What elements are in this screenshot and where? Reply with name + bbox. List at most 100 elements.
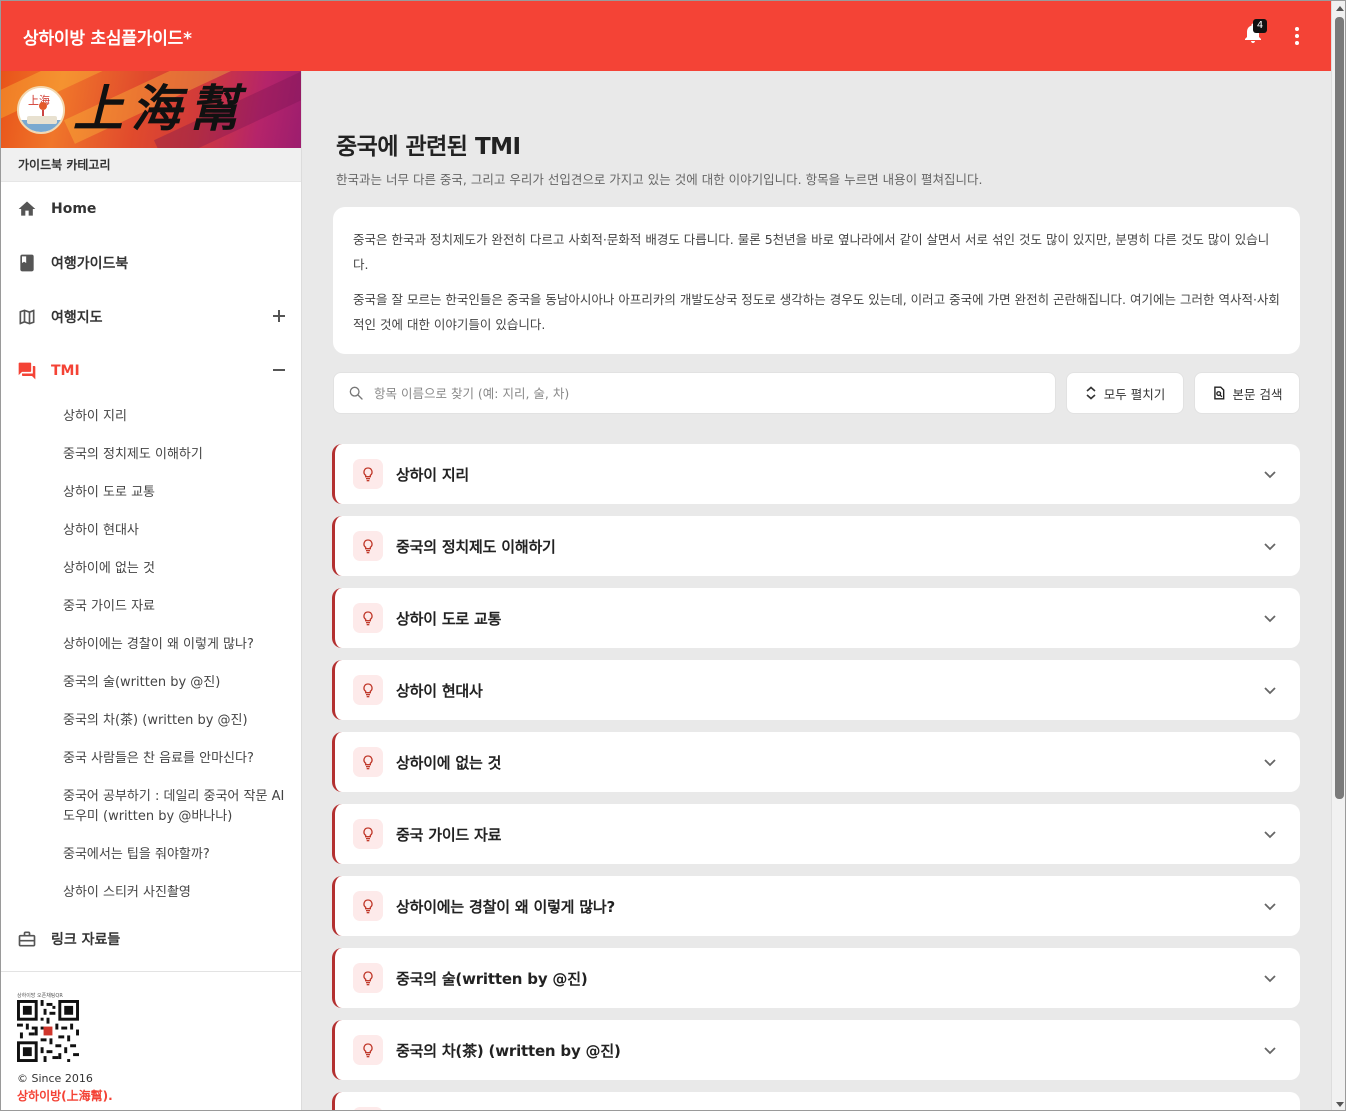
fulltext-search-label: 본문 검색	[1232, 386, 1283, 402]
accordion-item[interactable]: 중국의 술(written by @진)	[332, 948, 1300, 1008]
banner-logo: 上海	[17, 86, 65, 134]
kebab-dot-icon	[1295, 34, 1299, 38]
accordion-item[interactable]: 상하이 지리	[332, 444, 1300, 504]
submenu-item[interactable]: 상하이에는 경찰이 왜 이렇게 많나?	[63, 626, 288, 664]
accordion-item[interactable]: 중국 가이드 자료	[332, 804, 1300, 864]
lightbulb-icon	[353, 963, 383, 993]
copyright-text: © Since 2016	[17, 1072, 93, 1085]
unfold-more-icon	[1086, 386, 1096, 400]
top-app-bar: 상하이방 초심플가이드* 4	[1, 1, 1331, 71]
lightbulb-icon	[353, 603, 383, 633]
accordion-title: 중국의 술(written by @진)	[396, 969, 588, 988]
accordion-item[interactable]: 중국의 정치제도 이해하기	[332, 516, 1300, 576]
lightbulb-icon	[353, 819, 383, 849]
logo-boat	[27, 116, 57, 124]
logo-tower	[39, 102, 47, 110]
accordion-item[interactable]: 상하이 현대사	[332, 660, 1300, 720]
lightbulb-icon	[353, 891, 383, 921]
accordion-title: 상하이 도로 교통	[396, 609, 502, 628]
submenu-item[interactable]: 중국의 차(茶) (written by @진)	[63, 702, 288, 740]
sidebar-item-label: 링크 자료들	[51, 932, 121, 948]
submenu-item[interactable]: 중국 가이드 자료	[63, 588, 288, 626]
scroll-up-arrow-icon[interactable]	[1336, 6, 1344, 11]
submenu-item[interactable]: 중국의 술(written by @진)	[63, 664, 288, 702]
expand-plus-icon[interactable]	[273, 309, 285, 323]
page-subtitle: 한국과는 너무 다른 중국, 그리고 우리가 선입견으로 가지고 있는 것에 대…	[336, 172, 983, 187]
sidebar-item-guidebook[interactable]: 여행가이드북	[1, 236, 301, 290]
sidebar-item-home[interactable]: Home	[1, 182, 301, 236]
sidebar-item-map[interactable]: 여행지도	[1, 290, 301, 344]
sidebar-banner[interactable]: 上海 上海幫	[1, 71, 301, 148]
forum-icon	[17, 361, 37, 381]
lightbulb-icon	[353, 747, 383, 777]
more-options-button[interactable]	[1285, 23, 1309, 49]
chevron-down-icon[interactable]	[1262, 898, 1278, 914]
intro-paragraph: 중국은 한국과 정치제도가 완전히 다르고 사회적·문화적 배경도 다릅니다. …	[353, 232, 1270, 272]
qr-caption: 상하이방 오픈채팅QR	[17, 993, 63, 998]
notification-badge: 4	[1253, 19, 1267, 33]
submenu-item[interactable]: 상하이 도로 교통	[63, 474, 288, 512]
chevron-down-icon[interactable]	[1262, 754, 1278, 770]
category-header: 가이드북 카테고리	[1, 148, 301, 182]
accordion-title: 상하이에는 경찰이 왜 이렇게 많나?	[396, 897, 615, 916]
search-input[interactable]	[374, 385, 1034, 401]
accordion-item[interactable]: 중국의 차(茶) (written by @진)	[332, 1020, 1300, 1080]
app-window: 상하이방 초심플가이드* 4 上海 上海幫 가이드북 카테고리 Home 여행가…	[0, 0, 1346, 1111]
page-scrollbar[interactable]	[1331, 1, 1345, 1110]
lightbulb-icon	[353, 531, 383, 561]
notifications-button[interactable]: 4	[1241, 19, 1267, 51]
find-in-page-icon	[1213, 386, 1224, 400]
lightbulb-icon	[353, 675, 383, 705]
qr-code-icon[interactable]	[17, 1000, 79, 1062]
accordion-item[interactable]: 상하이에 없는 것	[332, 732, 1300, 792]
chevron-down-icon[interactable]	[1262, 1042, 1278, 1058]
fulltext-search-button[interactable]: 본문 검색	[1194, 372, 1300, 414]
collapse-minus-icon[interactable]	[273, 363, 285, 377]
kebab-dot-icon	[1295, 27, 1299, 31]
accordion-item[interactable]	[332, 1092, 1300, 1110]
chevron-down-icon[interactable]	[1262, 538, 1278, 554]
main-content: 중국에 관련된 TMI 한국과는 너무 다른 중국, 그리고 우리가 선입견으로…	[303, 71, 1331, 1110]
sidebar-item-label: 여행가이드북	[51, 256, 129, 272]
submenu-item[interactable]: 중국에서는 팁을 줘야할까?	[63, 836, 288, 874]
accordion-item[interactable]: 상하이 도로 교통	[332, 588, 1300, 648]
sidebar-item-label: TMI	[51, 363, 80, 379]
page-title: 중국에 관련된 TMI	[336, 134, 521, 160]
accordion-title: 상하이에 없는 것	[396, 753, 502, 772]
submenu-item[interactable]: 상하이 현대사	[63, 512, 288, 550]
brand-link[interactable]: 상하이방(上海幫).	[17, 1087, 301, 1104]
scroll-down-arrow-icon[interactable]	[1336, 1102, 1344, 1107]
chevron-down-icon[interactable]	[1262, 970, 1278, 986]
intro-paragraph: 중국을 잘 모르는 한국인들은 중국을 동남아시아나 아프리카의 개발도상국 정…	[353, 292, 1280, 332]
expand-all-label: 모두 펼치기	[1103, 386, 1166, 402]
sidebar-item-tmi[interactable]: TMI	[1, 344, 301, 398]
briefcase-icon	[17, 929, 37, 949]
sidebar: 上海 上海幫 가이드북 카테고리 Home 여행가이드북 여행지도 TMI 상하…	[1, 71, 302, 1110]
book-icon	[17, 253, 37, 273]
search-bar[interactable]	[333, 372, 1056, 414]
kebab-dot-icon	[1295, 41, 1299, 45]
accordion-title: 중국의 차(茶) (written by @진)	[396, 1041, 621, 1060]
submenu-item[interactable]: 중국어 공부하기 : 데일리 중국어 작문 AI도우미 (written by …	[63, 778, 288, 836]
submenu-item[interactable]: 상하이 지리	[63, 398, 288, 436]
chevron-down-icon[interactable]	[1262, 466, 1278, 482]
accordion-title: 중국 가이드 자료	[396, 825, 502, 844]
chevron-down-icon[interactable]	[1262, 610, 1278, 626]
submenu-item[interactable]: 중국의 정치제도 이해하기	[63, 436, 288, 474]
submenu-item[interactable]: 중국 사람들은 찬 음료를 안마신다?	[63, 740, 288, 778]
sidebar-footer: 상하이방 오픈채팅QR © Since 2016 상하이방(上海幫).	[1, 971, 301, 1110]
accordion-title: 중국의 정치제도 이해하기	[396, 537, 556, 556]
app-title[interactable]: 상하이방 초심플가이드*	[23, 24, 192, 49]
accordion-item[interactable]: 상하이에는 경찰이 왜 이렇게 많나?	[332, 876, 1300, 936]
submenu-item[interactable]: 상하이 스티커 사진촬영	[63, 874, 288, 912]
sidebar-item-links[interactable]: 링크 자료들	[1, 912, 301, 966]
submenu-item[interactable]: 상하이에 없는 것	[63, 550, 288, 588]
accordion-title: 상하이 지리	[396, 465, 470, 484]
lightbulb-icon	[353, 1035, 383, 1065]
chevron-down-icon[interactable]	[1262, 682, 1278, 698]
accordion-title: 상하이 현대사	[396, 681, 483, 700]
scrollbar-thumb[interactable]	[1335, 17, 1344, 799]
chevron-down-icon[interactable]	[1262, 826, 1278, 842]
home-icon	[17, 199, 37, 219]
expand-all-button[interactable]: 모두 펼치기	[1066, 372, 1184, 414]
